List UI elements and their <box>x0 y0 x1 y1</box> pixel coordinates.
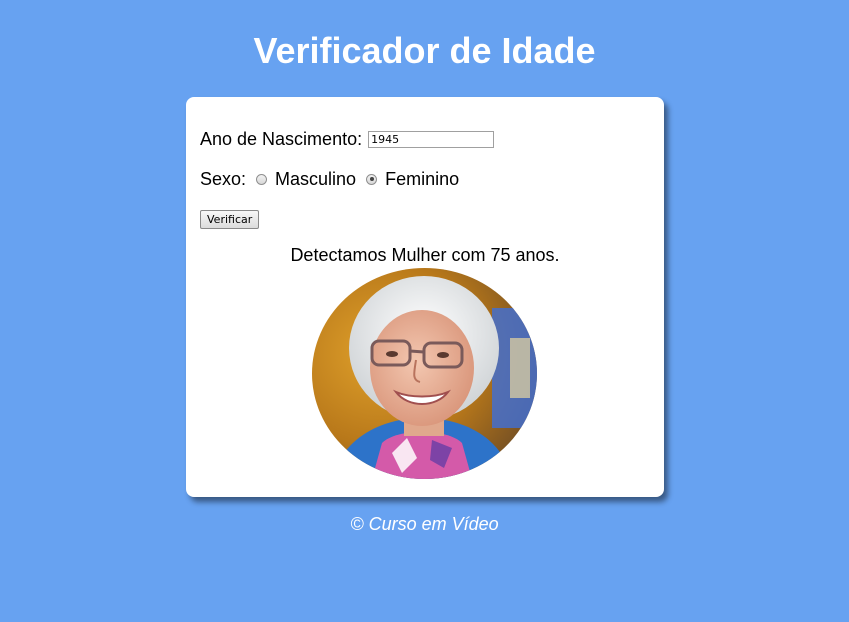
female-radio[interactable] <box>366 173 378 185</box>
sex-row: Sexo: Masculino Feminino <box>200 167 459 191</box>
footer-copyright: © Curso em Vídeo <box>350 514 499 534</box>
birth-year-label: Ano de Nascimento: <box>200 128 363 149</box>
birth-year-input[interactable] <box>368 130 495 148</box>
elderly-woman-photo <box>312 268 537 479</box>
sex-label: Sexo: <box>200 168 247 189</box>
male-radio-label[interactable]: Masculino <box>275 169 356 190</box>
birth-year-row: Ano de Nascimento: <box>200 127 495 151</box>
verifier-card: Ano de Nascimento: Sexo: Masculino Femin… <box>186 97 664 497</box>
male-radio[interactable] <box>256 173 268 185</box>
page: Verificador de Idade Ano de Nascimento: … <box>0 0 849 622</box>
page-title: Verificador de Idade <box>253 30 596 71</box>
result-message: Detectamos Mulher com 75 anos. <box>290 245 560 265</box>
female-radio-label[interactable]: Feminino <box>385 169 459 190</box>
verify-button[interactable]: Verificar <box>200 210 260 229</box>
